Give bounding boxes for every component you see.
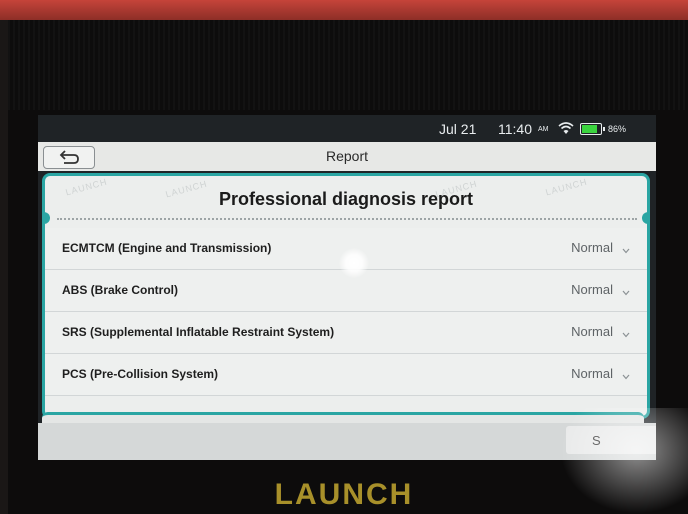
title-bar: Report bbox=[38, 142, 656, 171]
status-ampm: AM bbox=[538, 126, 549, 133]
bezel-texture bbox=[8, 20, 688, 110]
system-status: Normal bbox=[571, 240, 613, 255]
brand-logo: LAUNCH bbox=[274, 478, 414, 511]
status-time: 11:40 bbox=[498, 121, 532, 137]
status-date: Jul 21 bbox=[439, 121, 477, 137]
system-name: SRS (Supplemental Inflatable Restraint S… bbox=[62, 325, 335, 339]
system-row-abs[interactable]: ABS (Brake Control) Normal bbox=[45, 270, 647, 312]
wifi-icon bbox=[558, 121, 574, 138]
chevron-down-icon[interactable] bbox=[622, 284, 630, 296]
divider bbox=[57, 218, 637, 220]
device-top-edge bbox=[0, 0, 688, 20]
system-name: PCS (Pre-Collision System) bbox=[62, 367, 219, 381]
chevron-down-icon[interactable] bbox=[622, 368, 630, 380]
system-status: Normal bbox=[571, 366, 613, 381]
report-panel: LAUNCH LAUNCH LAUNCH LAUNCH Professional… bbox=[42, 173, 650, 419]
chevron-down-icon[interactable] bbox=[622, 326, 630, 338]
light-glare bbox=[339, 248, 369, 278]
panel-notch-left bbox=[45, 212, 50, 224]
report-heading: Professional diagnosis report bbox=[218, 189, 474, 209]
chevron-down-icon[interactable] bbox=[622, 242, 630, 254]
battery-percent: 86% bbox=[608, 124, 627, 134]
page-title: Report bbox=[325, 148, 369, 164]
panel-notch-right bbox=[642, 212, 647, 224]
system-row-srs[interactable]: SRS (Supplemental Inflatable Restraint S… bbox=[45, 312, 647, 354]
system-row-pcs[interactable]: PCS (Pre-Collision System) Normal bbox=[45, 354, 647, 396]
system-name: ECMTCM (Engine and Transmission) bbox=[62, 241, 272, 255]
status-bar: Jul 21 11:40 AM 86% bbox=[38, 115, 656, 142]
battery-fill bbox=[582, 125, 598, 133]
system-status: Normal bbox=[571, 324, 613, 339]
system-status: Normal bbox=[571, 282, 613, 297]
battery-icon bbox=[580, 123, 605, 135]
system-name: ABS (Brake Control) bbox=[62, 283, 179, 297]
